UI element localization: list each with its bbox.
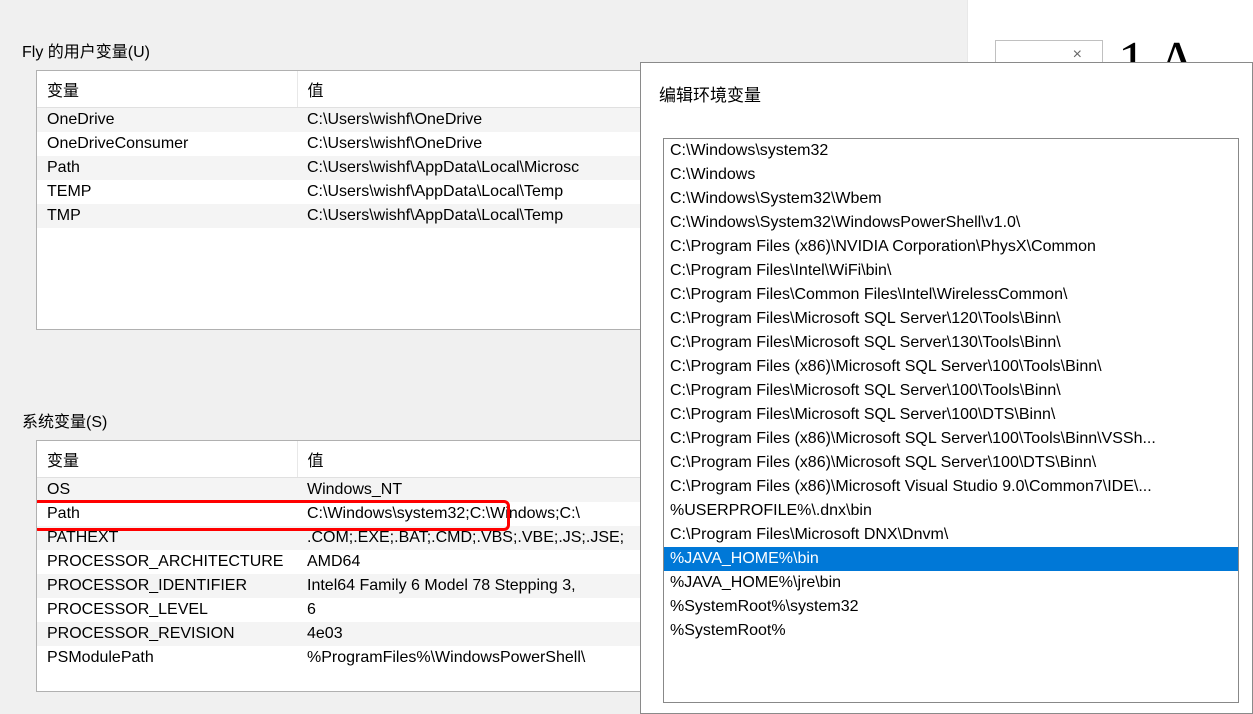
list-item[interactable]: C:\Program Files\Microsoft SQL Server\10… <box>664 403 1238 427</box>
list-item[interactable]: C:\Program Files\Microsoft SQL Server\13… <box>664 331 1238 355</box>
list-item[interactable]: C:\Windows\System32\Wbem <box>664 187 1238 211</box>
variable-name: Path <box>37 502 297 526</box>
variable-name: OneDriveConsumer <box>37 132 297 156</box>
list-item[interactable]: C:\Program Files\Common Files\Intel\Wire… <box>664 283 1238 307</box>
variable-name: PROCESSOR_ARCHITECTURE <box>37 550 297 574</box>
list-item[interactable]: C:\Program Files (x86)\NVIDIA Corporatio… <box>664 235 1238 259</box>
edit-dialog-title: 编辑环境变量 <box>641 63 1252 138</box>
variable-name: PROCESSOR_REVISION <box>37 622 297 646</box>
variable-name: TMP <box>37 204 297 228</box>
list-item[interactable]: C:\Program Files (x86)\Microsoft Visual … <box>664 475 1238 499</box>
list-item[interactable]: C:\Program Files\Microsoft SQL Server\10… <box>664 379 1238 403</box>
variable-name: OneDrive <box>37 108 297 133</box>
variable-name: TEMP <box>37 180 297 204</box>
user-variables-label: Fly 的用户变量(U) <box>22 38 967 62</box>
variable-name: Path <box>37 156 297 180</box>
list-item[interactable]: C:\Windows\System32\WindowsPowerShell\v1… <box>664 211 1238 235</box>
list-item[interactable]: C:\Program Files\Intel\WiFi\bin\ <box>664 259 1238 283</box>
list-item[interactable]: %JAVA_HOME%\jre\bin <box>664 571 1238 595</box>
path-entries-list[interactable]: C:\Windows\system32C:\WindowsC:\Windows\… <box>663 138 1239 703</box>
list-item[interactable]: %JAVA_HOME%\bin <box>664 547 1238 571</box>
list-item[interactable]: C:\Program Files (x86)\Microsoft SQL Ser… <box>664 427 1238 451</box>
variable-name: PATHEXT <box>37 526 297 550</box>
list-item[interactable]: C:\Windows\system32 <box>664 139 1238 163</box>
variable-name: OS <box>37 478 297 503</box>
list-item[interactable]: %SystemRoot% <box>664 619 1238 643</box>
column-header-variable[interactable]: 变量 <box>37 441 297 478</box>
list-item[interactable]: C:\Program Files\Microsoft SQL Server\12… <box>664 307 1238 331</box>
list-item[interactable]: C:\Program Files (x86)\Microsoft SQL Ser… <box>664 355 1238 379</box>
variable-name: PROCESSOR_IDENTIFIER <box>37 574 297 598</box>
edit-environment-variable-dialog: 编辑环境变量 C:\Windows\system32C:\WindowsC:\W… <box>640 62 1253 714</box>
list-item[interactable]: %USERPROFILE%\.dnx\bin <box>664 499 1238 523</box>
variable-name: PSModulePath <box>37 646 297 670</box>
column-header-variable[interactable]: 变量 <box>37 71 297 108</box>
list-item[interactable]: C:\Program Files\Microsoft DNX\Dnvm\ <box>664 523 1238 547</box>
list-item[interactable]: C:\Windows <box>664 163 1238 187</box>
list-item[interactable]: C:\Program Files (x86)\Microsoft SQL Ser… <box>664 451 1238 475</box>
list-item[interactable]: %SystemRoot%\system32 <box>664 595 1238 619</box>
variable-name: PROCESSOR_LEVEL <box>37 598 297 622</box>
